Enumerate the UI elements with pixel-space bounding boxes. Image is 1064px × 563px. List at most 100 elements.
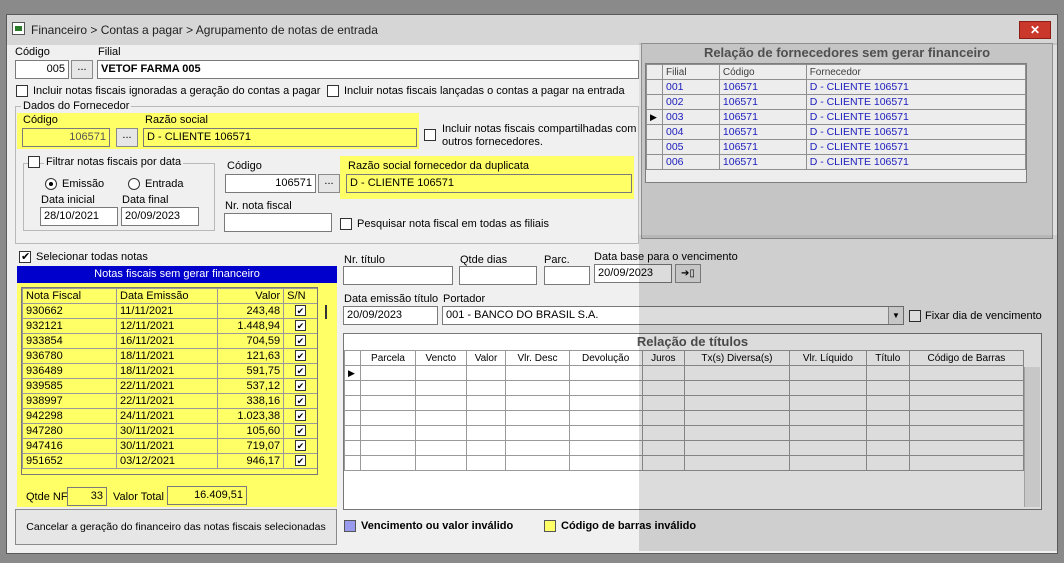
filtro-checkbox[interactable] xyxy=(28,156,40,168)
sn-checkbox[interactable]: ✔ xyxy=(295,455,307,466)
titulos-cell xyxy=(415,365,467,381)
notas-cell: 11/11/2021 xyxy=(116,303,218,319)
codigo-field[interactable]: 005 xyxy=(15,60,69,79)
notas-row[interactable]: 933854 16/11/2021 704,59 ✔ xyxy=(22,333,317,349)
titulos-cell xyxy=(415,395,467,411)
titulos-col-header[interactable]: Devolução xyxy=(568,350,643,366)
notas-cell: 930662 xyxy=(22,303,117,319)
notas-row[interactable]: 936489 18/11/2021 591,75 ✔ xyxy=(22,363,317,379)
pesquisar-checkbox[interactable] xyxy=(340,218,352,230)
notas-row[interactable]: 939585 22/11/2021 537,12 ✔ xyxy=(22,378,317,394)
fornecedor-lookup-button[interactable]: ... xyxy=(116,128,138,147)
notas-scroll-thumb[interactable] xyxy=(325,305,327,319)
compartilhadas-label: Incluir notas fiscais compartilhadas com… xyxy=(442,123,637,148)
notas-row[interactable]: 951652 03/12/2021 946,17 ✔ xyxy=(22,453,317,469)
sn-checkbox[interactable]: ✔ xyxy=(295,365,307,376)
compartilhadas-checkbox[interactable] xyxy=(424,129,436,141)
sn-checkbox[interactable]: ✔ xyxy=(295,380,307,391)
incluir-ignoradas-label: Incluir notas fiscais ignoradas a geraçã… xyxy=(33,85,321,97)
notas-cell: 22/11/2021 xyxy=(116,378,218,394)
incluir-ignoradas-checkbox[interactable] xyxy=(16,85,28,97)
qtde-dias-label: Qtde dias xyxy=(460,254,508,266)
cancel-generation-button[interactable]: Cancelar a geração do financeiro das not… xyxy=(15,509,337,545)
titulos-col-header[interactable]: Vlr. Desc xyxy=(505,350,570,366)
titulos-col-header[interactable]: Vencto xyxy=(415,350,467,366)
sn-checkbox[interactable]: ✔ xyxy=(295,395,307,406)
titulos-cell xyxy=(359,365,417,381)
notas-cell: 947416 xyxy=(22,438,117,454)
notas-cell: 338,16 xyxy=(216,393,285,409)
sn-checkbox[interactable]: ✔ xyxy=(295,305,307,316)
sn-cell[interactable]: ✔ xyxy=(283,318,317,334)
sn-checkbox[interactable]: ✔ xyxy=(295,320,307,331)
notas-cell: 12/11/2021 xyxy=(116,318,218,334)
notas-grid[interactable]: Nota Fiscal Data Emissão Valor S/N 930662 11… xyxy=(21,287,318,475)
fornecedor-razao-label: Razão social xyxy=(145,114,208,126)
data-emissao-field[interactable]: 20/09/2023 xyxy=(343,306,438,325)
notas-cell: 946,17 xyxy=(216,453,285,469)
sn-checkbox[interactable]: ✔ xyxy=(295,350,307,361)
notas-col-header[interactable]: S/N xyxy=(283,288,317,304)
sn-cell[interactable]: ✔ xyxy=(283,303,317,319)
codigo-lookup-button[interactable]: ... xyxy=(71,60,93,79)
sn-checkbox[interactable]: ✔ xyxy=(295,440,307,451)
incluir-lancadas-checkbox[interactable] xyxy=(327,85,339,97)
titulos-cell xyxy=(415,425,467,441)
data-final-field[interactable]: 20/09/2023 xyxy=(121,207,199,226)
fornecedor-codigo-field[interactable]: 106571 xyxy=(22,128,110,147)
notas-row[interactable]: 932121 12/11/2021 1.448,94 ✔ xyxy=(22,318,317,334)
duplicata-codigo-label: Código xyxy=(227,160,262,172)
titulos-cell xyxy=(465,440,507,456)
filial-field[interactable]: VETOF FARMA 005 xyxy=(97,60,639,79)
duplicata-codigo-field[interactable]: 106571 xyxy=(225,174,316,193)
sn-checkbox[interactable]: ✔ xyxy=(295,335,307,346)
notas-col-header[interactable]: Valor xyxy=(216,288,285,304)
filial-label: Filial xyxy=(98,46,121,58)
titulos-col-header[interactable]: Parcela xyxy=(359,350,417,366)
data-inicial-field[interactable]: 28/10/2021 xyxy=(40,207,118,226)
row-marker xyxy=(344,425,361,441)
titulos-cell xyxy=(505,380,570,396)
titulos-cell xyxy=(505,425,570,441)
sn-cell[interactable]: ✔ xyxy=(283,333,317,349)
notas-row[interactable]: 942298 24/11/2021 1.023,38 ✔ xyxy=(22,408,317,424)
sn-cell[interactable]: ✔ xyxy=(283,423,317,439)
titulos-cell xyxy=(359,440,417,456)
notas-cell: 30/11/2021 xyxy=(116,438,218,454)
sn-cell[interactable]: ✔ xyxy=(283,393,317,409)
select-all-checkbox[interactable] xyxy=(19,250,31,263)
sn-cell[interactable]: ✔ xyxy=(283,408,317,424)
notas-row[interactable]: 936780 18/11/2021 121,63 ✔ xyxy=(22,348,317,364)
row-marker xyxy=(344,440,361,456)
notas-row[interactable]: 930662 11/11/2021 243,48 ✔ xyxy=(22,303,317,319)
nr-nota-field[interactable] xyxy=(224,213,332,232)
sn-cell[interactable]: ✔ xyxy=(283,453,317,469)
notas-row[interactable]: 938997 22/11/2021 338,16 ✔ xyxy=(22,393,317,409)
notas-row[interactable]: 947280 30/11/2021 105,60 ✔ xyxy=(22,423,317,439)
emissao-radio[interactable] xyxy=(45,178,57,190)
entrada-radio[interactable] xyxy=(128,178,140,190)
sn-checkbox[interactable]: ✔ xyxy=(295,425,307,436)
close-button[interactable]: ✕ xyxy=(1019,21,1051,39)
nr-titulo-field[interactable] xyxy=(343,266,453,285)
sn-cell[interactable]: ✔ xyxy=(283,348,317,364)
title-bar: Financeiro > Contas a pagar > Agrupament… xyxy=(7,15,1057,45)
notas-col-header[interactable]: Nota Fiscal xyxy=(22,288,117,304)
duplicata-lookup-button[interactable]: ... xyxy=(318,174,340,193)
row-marker xyxy=(344,395,361,411)
titulos-cell xyxy=(568,395,643,411)
sn-cell[interactable]: ✔ xyxy=(283,438,317,454)
duplicata-razao-field[interactable]: D - CLIENTE 106571 xyxy=(346,174,632,193)
sn-checkbox[interactable]: ✔ xyxy=(295,410,307,421)
nr-nota-label: Nr. nota fiscal xyxy=(225,200,292,212)
notas-col-header[interactable]: Data Emissão xyxy=(116,288,218,304)
sn-cell[interactable]: ✔ xyxy=(283,363,317,379)
notas-row[interactable]: 947416 30/11/2021 719,07 ✔ xyxy=(22,438,317,454)
titulos-cell xyxy=(415,380,467,396)
parc-field[interactable] xyxy=(544,266,590,285)
qtde-dias-field[interactable] xyxy=(459,266,537,285)
fornecedor-razao-field[interactable]: D - CLIENTE 106571 xyxy=(143,128,417,147)
notas-cell: 1.023,38 xyxy=(216,408,285,424)
sn-cell[interactable]: ✔ xyxy=(283,378,317,394)
titulos-col-header[interactable]: Valor xyxy=(465,350,507,366)
